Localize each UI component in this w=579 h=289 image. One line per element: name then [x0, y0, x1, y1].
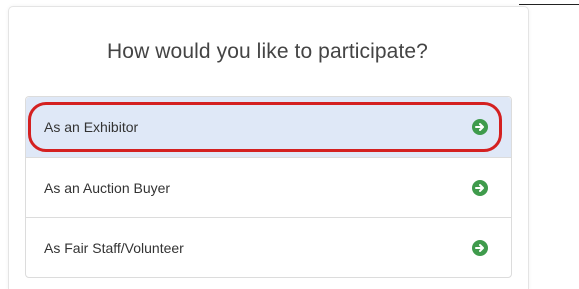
- arrow-right-circle-icon: [472, 119, 488, 135]
- option-label: As an Exhibitor: [44, 119, 139, 135]
- page: How would you like to participate? As an…: [0, 0, 579, 289]
- option-fair-staff-volunteer[interactable]: As Fair Staff/Volunteer: [26, 217, 511, 277]
- participation-options-list: As an Exhibitor As an Auction Buyer As F…: [25, 96, 512, 278]
- option-auction-buyer[interactable]: As an Auction Buyer: [26, 157, 511, 217]
- arrow-right-circle-icon: [472, 179, 488, 196]
- option-exhibitor[interactable]: As an Exhibitor: [26, 97, 511, 157]
- arrow-right-circle-icon: [472, 239, 488, 256]
- option-label: As Fair Staff/Volunteer: [44, 239, 184, 256]
- top-divider: [519, 4, 579, 5]
- page-title: How would you like to participate?: [107, 40, 428, 63]
- option-label: As an Auction Buyer: [44, 179, 171, 196]
